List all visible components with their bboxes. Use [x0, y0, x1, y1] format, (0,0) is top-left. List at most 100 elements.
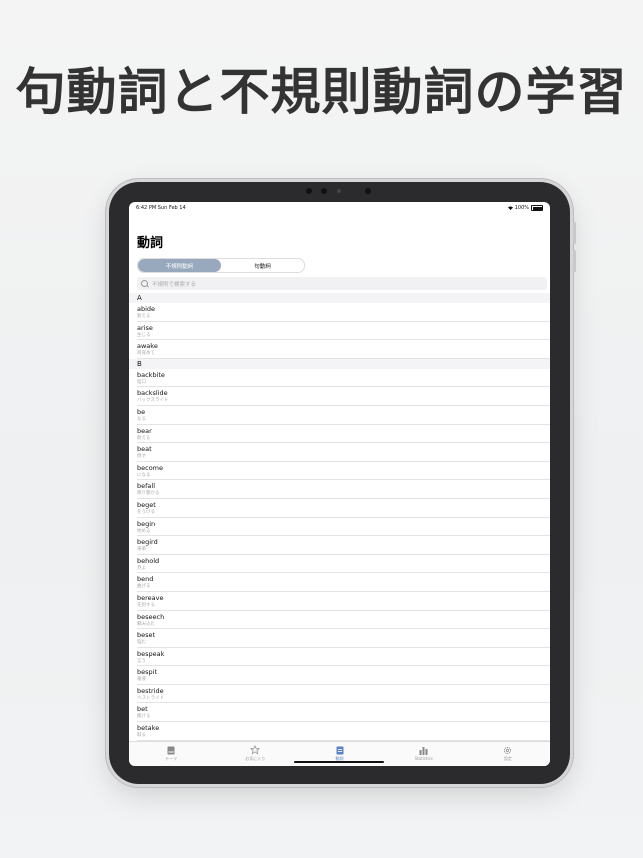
verb-row[interactable]: bestride ベストライド — [137, 685, 550, 704]
verb-word: arise — [137, 323, 153, 332]
verb-meaning: 生じる — [137, 332, 151, 338]
tab-label: Statistics — [414, 756, 433, 761]
verb-row[interactable]: bereave 先別する — [137, 592, 550, 611]
verb-meaning: 降り懸かる — [137, 491, 160, 497]
verb-meaning: 先別する — [137, 602, 155, 608]
verb-word: beget — [137, 500, 156, 509]
verb-meaning: ベストライド — [137, 695, 165, 701]
camera-icon — [321, 188, 327, 194]
verb-meaning: 帯革 — [137, 547, 146, 553]
verb-word: begird — [137, 538, 158, 547]
volume-button — [573, 250, 576, 272]
verb-row[interactable]: arise 生じる — [137, 322, 550, 341]
verb-word: bespit — [137, 668, 157, 677]
verb-row[interactable]: become になる — [137, 462, 550, 481]
verb-word: beset — [137, 631, 156, 640]
page-title: 動詞 — [137, 236, 164, 251]
verb-row[interactable]: bend 曲げる — [137, 573, 550, 592]
verb-row[interactable]: befall 降り懸かる — [137, 480, 550, 499]
verb-meaning: 唾液 — [137, 677, 146, 683]
sensor-dot — [337, 189, 341, 193]
verb-word: backslide — [137, 389, 168, 398]
volume-button — [573, 222, 576, 244]
section-header: A — [129, 293, 550, 303]
verb-row[interactable]: bespit 唾液 — [137, 666, 550, 685]
verb-row[interactable]: begird 帯革 — [137, 536, 550, 555]
verb-row[interactable]: be なる — [137, 406, 550, 425]
verb-word: bespeak — [137, 649, 165, 658]
verb-word: begin — [137, 519, 156, 528]
headline: 句動詞と不規則動詞の学習 — [15, 63, 628, 121]
tab-favorites[interactable]: お気に入り — [213, 742, 297, 766]
status-bar: 6:42 PM Sun Feb 14 100% — [129, 202, 550, 214]
verb-meaning: 悩む — [137, 640, 146, 646]
ipad-frame: 6:42 PM Sun Feb 14 100% 動詞 不規則動詞 句動詞 不規則… — [109, 182, 576, 784]
verb-meaning: 取る — [137, 733, 146, 739]
status-time: 6:42 PM Sun Feb 14 — [136, 205, 186, 211]
tab-label: お気に入り — [245, 756, 266, 761]
section-header: B — [129, 358, 550, 369]
segment-irregular-verbs[interactable]: 不規則動詞 — [138, 259, 221, 272]
verb-row[interactable]: bear 耐える — [137, 425, 550, 444]
verb-row[interactable]: beseech 頼み込む — [137, 611, 550, 630]
verb-row[interactable]: beat 倒す — [137, 443, 550, 462]
verb-word: bet — [137, 705, 148, 714]
verb-word: be — [137, 407, 146, 416]
verb-meaning: 見よ — [137, 565, 146, 571]
verb-meaning: 曲げる — [137, 584, 151, 590]
verb-meaning: 耐える — [137, 435, 151, 441]
app-screen: 6:42 PM Sun Feb 14 100% 動詞 不規則動詞 句動詞 不規則… — [129, 202, 550, 766]
sensor-dot — [365, 188, 371, 194]
verb-meaning: になる — [137, 472, 151, 478]
bar-chart-icon — [419, 745, 429, 755]
verb-word: beat — [137, 445, 152, 454]
verb-meaning: をうける — [137, 509, 155, 515]
document-icon — [335, 745, 345, 755]
verb-meaning: 耐える — [137, 314, 151, 319]
verb-row[interactable]: behold 見よ — [137, 555, 550, 574]
verb-row[interactable]: awake 目覚めて — [137, 340, 550, 359]
verb-row[interactable]: backslide バックスライド — [137, 387, 550, 406]
tab-theme[interactable]: テーマ — [129, 742, 213, 766]
segment-phrasal-verbs[interactable]: 句動詞 — [221, 259, 304, 272]
verb-list: Aabide 耐える arise 生じる awake 目覚めて Bbackbite 陰口 bac… — [129, 293, 550, 760]
verb-row[interactable]: backbite 陰口 — [137, 369, 550, 388]
verb-row[interactable]: bet 賭ける — [137, 703, 550, 723]
star-icon — [250, 745, 261, 755]
verb-word: bear — [137, 426, 152, 435]
verb-word: backbite — [137, 370, 165, 379]
verb-meaning: 目覚めて — [137, 351, 155, 357]
battery-icon — [531, 205, 543, 211]
gear-icon — [503, 745, 513, 755]
verb-word: behold — [137, 556, 160, 565]
verb-row[interactable]: betake 取る — [137, 722, 550, 741]
verb-word: betake — [137, 724, 160, 733]
verb-row[interactable]: bespeak 言う — [137, 648, 550, 667]
tab-settings[interactable]: 設定 — [466, 742, 550, 766]
search-bar[interactable]: 不規則で検索する — [137, 277, 547, 290]
verb-meaning: なる — [137, 416, 146, 422]
verb-row[interactable]: beset 悩む — [137, 629, 550, 648]
verb-meaning: 頼み込む — [137, 621, 155, 627]
verb-word: become — [137, 463, 164, 472]
tab-statistics[interactable]: Statistics — [382, 742, 466, 766]
verb-meaning: 賭ける — [137, 714, 151, 720]
tab-label: テーマ — [165, 756, 178, 761]
verb-row[interactable]: begin 始める — [137, 518, 550, 537]
book-icon — [166, 745, 176, 755]
verb-word: bend — [137, 575, 154, 584]
wifi-icon — [507, 206, 513, 210]
verb-word: awake — [137, 342, 158, 351]
verb-word: bereave — [137, 593, 164, 602]
verb-word: abide — [137, 305, 156, 313]
home-indicator — [294, 761, 384, 763]
sensor-dot — [306, 188, 312, 194]
verb-row[interactable]: abide 耐える — [137, 303, 550, 322]
tab-label: 設定 — [503, 756, 512, 761]
verb-meaning: バックスライド — [137, 398, 169, 404]
verb-meaning: 言う — [137, 658, 146, 664]
verb-row[interactable]: beget をうける — [137, 499, 550, 518]
search-icon — [141, 280, 148, 287]
verb-meaning: 陰口 — [137, 379, 146, 385]
verb-word: beseech — [137, 612, 165, 621]
